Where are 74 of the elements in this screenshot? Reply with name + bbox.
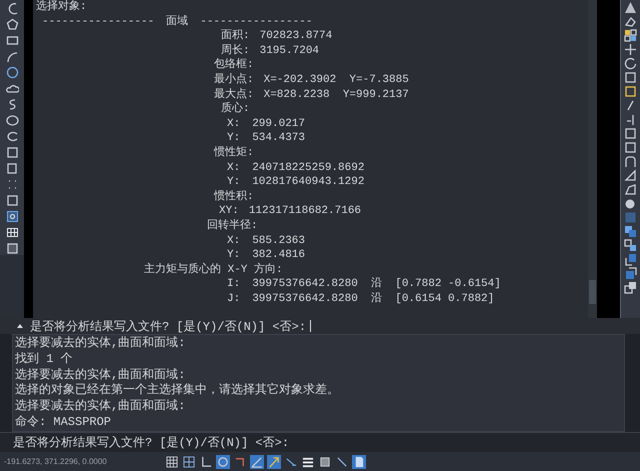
rectangle-icon[interactable]	[6, 34, 18, 47]
property-label: Y:	[227, 248, 240, 263]
property-label: 惯性矩:	[214, 146, 254, 161]
history-line: 命令: MASSPROP	[15, 414, 112, 431]
ellipse-icon[interactable]	[6, 114, 18, 127]
ortho-toggle[interactable]	[199, 454, 213, 468]
property-label: X:	[227, 234, 240, 248]
angle-toggle[interactable]	[250, 454, 264, 468]
copy-icon[interactable]	[624, 239, 637, 252]
property-label: 质心:	[221, 102, 250, 117]
fillet-icon[interactable]	[624, 155, 637, 168]
dashed-rule: -----------------	[200, 14, 312, 30]
property-value: 3195.7204	[260, 44, 320, 58]
transparency-toggle[interactable]	[318, 454, 332, 468]
property-value: 299.0217	[252, 116, 306, 132]
property-value: 102817640943.1292	[252, 175, 364, 190]
rotate-icon[interactable]	[624, 57, 637, 70]
offset-icon[interactable]	[624, 267, 637, 280]
property-label: I:	[227, 277, 240, 292]
circle-icon[interactable]	[6, 66, 18, 79]
grid-toggle[interactable]	[165, 454, 179, 468]
property-label: 回转半径:	[207, 218, 258, 234]
text-cursor	[310, 320, 312, 332]
history-line: 选择的对象已经在第一个主选择集中，请选择其它对象求差。	[15, 383, 340, 399]
property-label: 面积:	[221, 29, 250, 44]
command-input[interactable]: 是否将分析结果写入文件? [是(Y)/否(N)] <否>:	[13, 436, 613, 450]
warning-icon[interactable]	[624, 1, 637, 14]
property-value: 585.2363	[252, 234, 306, 248]
scrollbar[interactable]	[588, 0, 597, 318]
property-label: XY:	[219, 204, 239, 219]
section-title: 面域	[166, 14, 188, 30]
property-label: 最小点:	[214, 72, 254, 88]
property-value: 534.4373	[252, 131, 306, 146]
property-label: 包络框:	[214, 58, 254, 72]
table-icon[interactable]	[6, 226, 18, 239]
property-value: 39975376642.8280 沿 [0.7882 -0.6154]	[252, 277, 501, 292]
coordinates: -191.6273, 371.2296, 0.0000	[4, 457, 108, 466]
property-value: 240718225259.8692	[252, 160, 364, 176]
layers-icon[interactable]	[624, 281, 637, 294]
elliptical-arc-icon[interactable]	[6, 130, 18, 143]
property-label: 选择对象:	[36, 0, 87, 15]
grid-icon[interactable]	[624, 29, 637, 42]
copy-icon[interactable]	[624, 225, 637, 238]
property-value: 39975376642.8280 沿 [0.6154 0.7882]	[252, 292, 494, 306]
property-label: 周长:	[221, 44, 250, 58]
property-value: X=-202.3902 Y=-7.3885	[264, 72, 409, 88]
property-value: X=828.2238 Y=999.2137	[264, 88, 409, 102]
history-line: 选择要减去的实体,曲面和面域:	[15, 336, 186, 352]
property-value: 112317118682.7166	[248, 204, 362, 219]
move-icon[interactable]	[624, 43, 637, 56]
history-line: 选择要减去的实体,曲面和面域:	[15, 399, 186, 415]
snap-grid-toggle[interactable]	[182, 454, 196, 468]
property-label: J:	[227, 292, 240, 306]
pentagon-icon[interactable]	[6, 18, 18, 31]
property-label: X:	[227, 116, 240, 132]
property-label: X:	[227, 160, 240, 176]
dashed-rule: -----------------	[42, 14, 154, 30]
property-value: 702823.8774	[260, 29, 332, 44]
history-line: 找到 1 个	[15, 352, 74, 368]
history-line: 选择要减去的实体,曲面和面域:	[15, 368, 186, 382]
property-label: 惯性积:	[214, 190, 254, 204]
property-label: Y:	[227, 175, 240, 190]
prompt-text: 是否将分析结果写入文件? [是(Y)/否(N)] <否>:	[30, 318, 306, 334]
polar-toggle[interactable]	[216, 454, 230, 468]
cloud-icon[interactable]	[6, 82, 18, 95]
property-label: 最大点:	[214, 88, 254, 102]
document-toggle[interactable]	[352, 454, 366, 468]
property-label: Y:	[227, 131, 240, 146]
mirror-icon[interactable]	[624, 253, 637, 266]
property-value: 382.4816	[252, 248, 306, 262]
ucs-toggle[interactable]	[267, 454, 281, 468]
property-label: 主力矩与质心的 X-Y 方向:	[144, 262, 283, 278]
arc-icon[interactable]	[6, 50, 18, 63]
hatch-icon[interactable]	[6, 210, 18, 223]
